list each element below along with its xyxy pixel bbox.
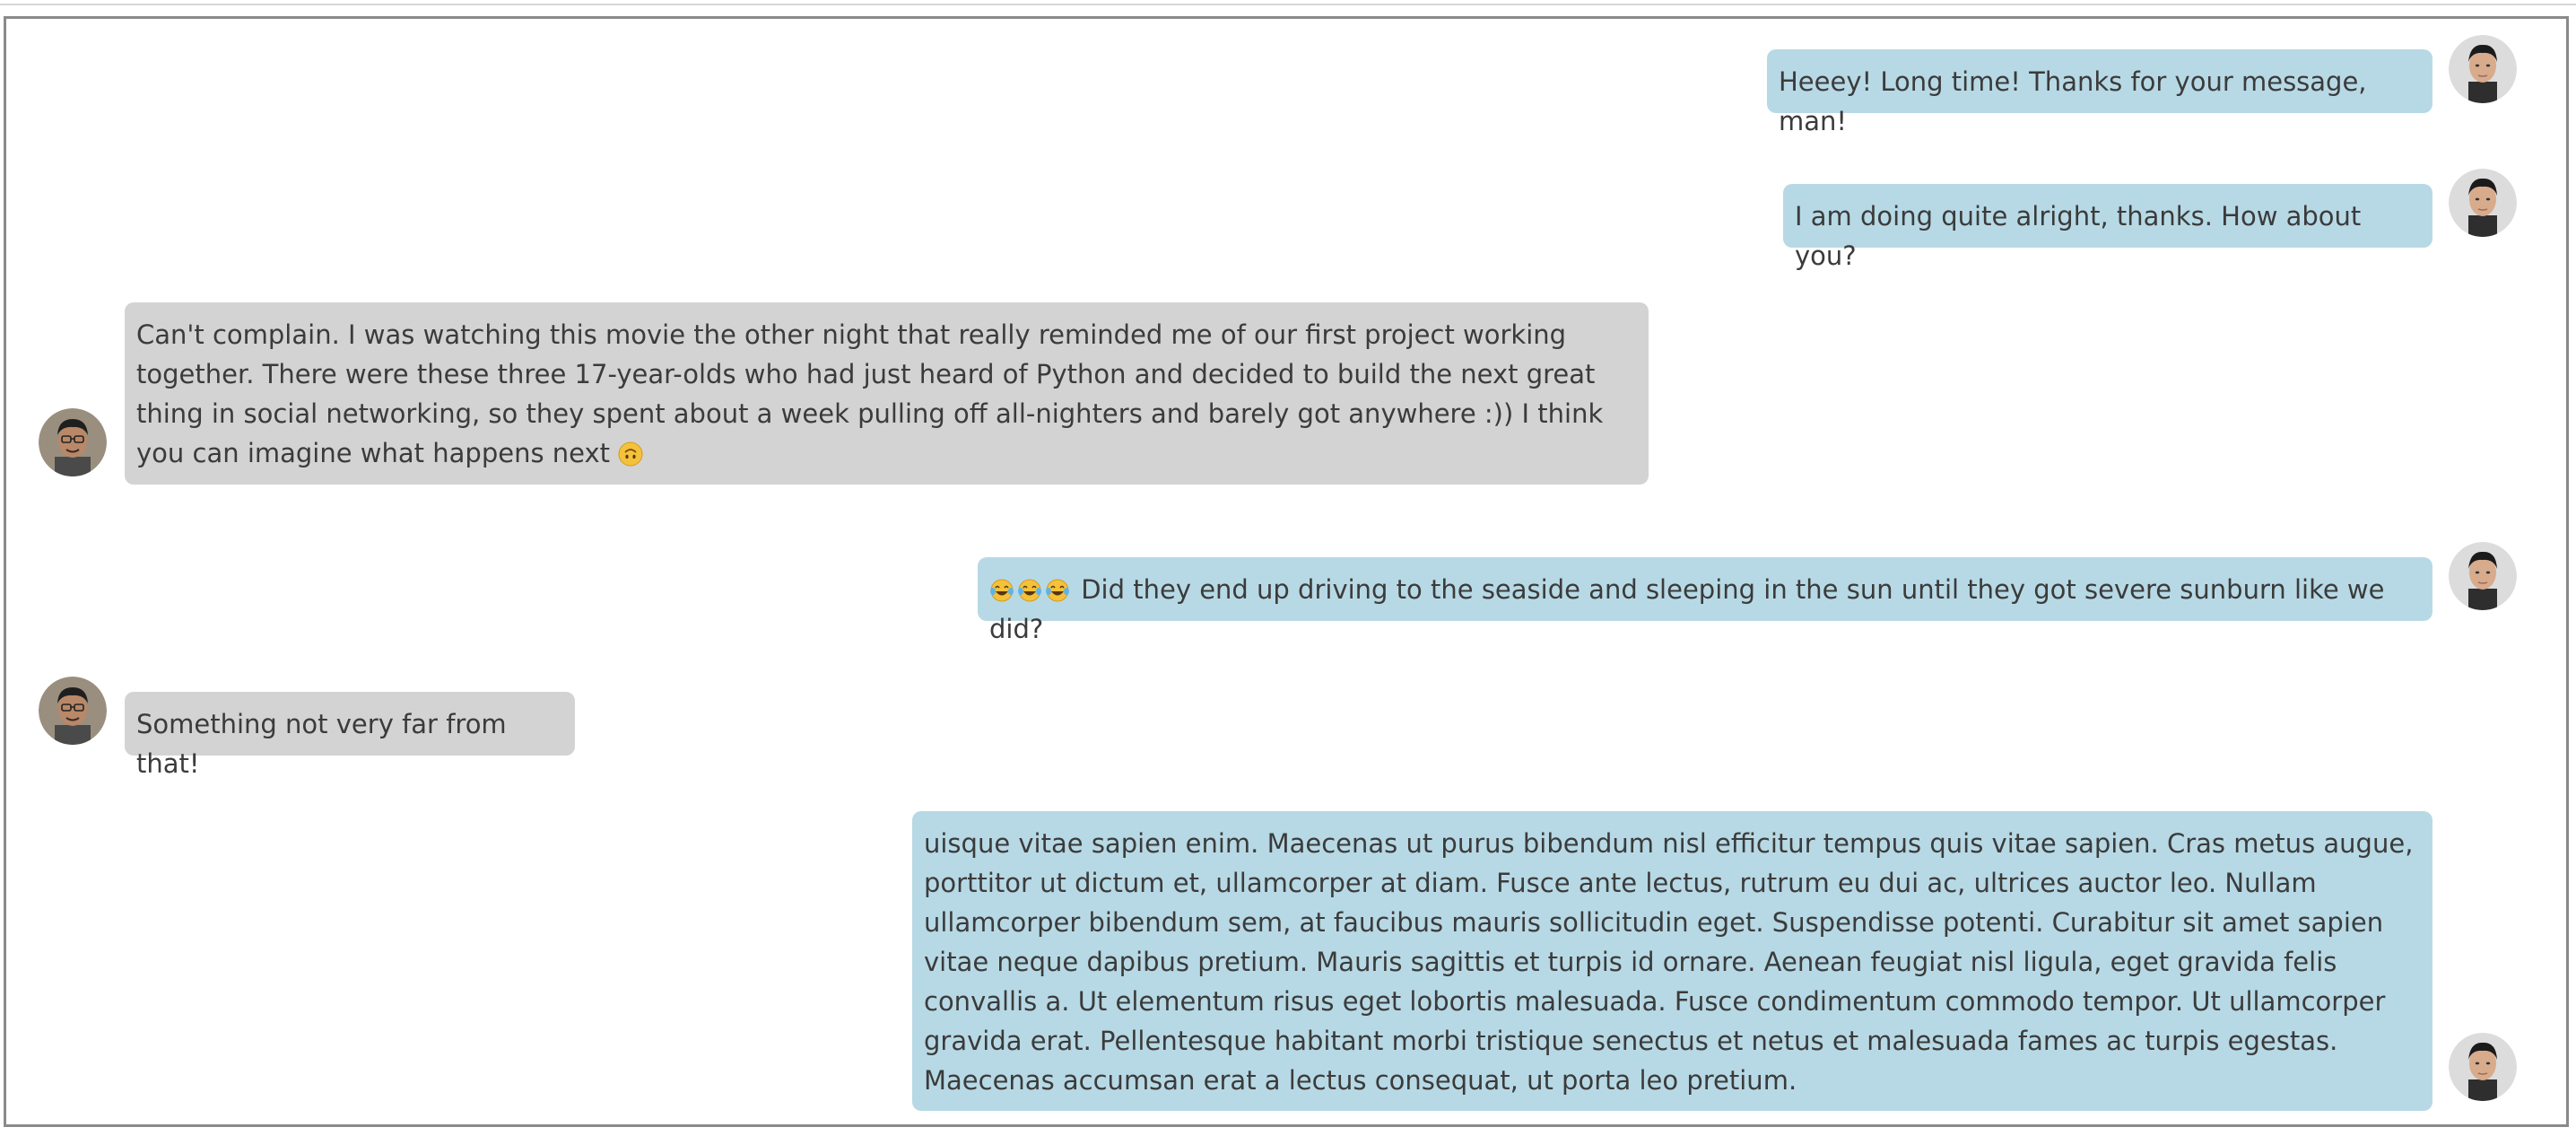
message-bubble-sent[interactable]: Did they end up driving to the seaside a… bbox=[978, 557, 2432, 644]
message-bubble-received[interactable]: Can't complain. I was watching this movi… bbox=[125, 302, 1649, 485]
user-avatar-icon[interactable] bbox=[2449, 542, 2517, 610]
tears-of-joy-emoji bbox=[1045, 578, 1070, 603]
user-avatar-icon[interactable] bbox=[2449, 35, 2517, 103]
tears-of-joy-emoji bbox=[1017, 578, 1042, 603]
message-text: Can't complain. I was watching this movi… bbox=[136, 319, 1604, 468]
message-bubble-received[interactable]: Something not very far from that! bbox=[125, 692, 575, 779]
tears-of-joy-emoji bbox=[989, 578, 1014, 603]
message-text: Did they end up driving to the seaside a… bbox=[989, 574, 2385, 644]
contact-avatar-icon[interactable] bbox=[39, 408, 107, 476]
message-bubble-sent[interactable]: uisque vitae sapien enim. Maecenas ut pu… bbox=[912, 811, 2432, 1111]
contact-avatar-icon[interactable] bbox=[39, 677, 107, 745]
message-text: uisque vitae sapien enim. Maecenas ut pu… bbox=[924, 828, 2414, 1096]
top-divider bbox=[0, 0, 2576, 5]
message-bubble-sent[interactable]: Heeey! Long time! Thanks for your messag… bbox=[1767, 49, 2432, 136]
chat-window[interactable]: Heeey! Long time! Thanks for your messag… bbox=[4, 16, 2569, 1127]
upside-down-face-emoji bbox=[618, 441, 643, 467]
message-bubble-sent[interactable]: I am doing quite alright, thanks. How ab… bbox=[1783, 184, 2432, 271]
user-avatar-icon[interactable] bbox=[2449, 1033, 2517, 1101]
user-avatar-icon[interactable] bbox=[2449, 169, 2517, 237]
message-text: Something not very far from that! bbox=[136, 709, 507, 779]
message-text: I am doing quite alright, thanks. How ab… bbox=[1795, 201, 2362, 271]
message-text: Heeey! Long time! Thanks for your messag… bbox=[1779, 66, 2367, 136]
